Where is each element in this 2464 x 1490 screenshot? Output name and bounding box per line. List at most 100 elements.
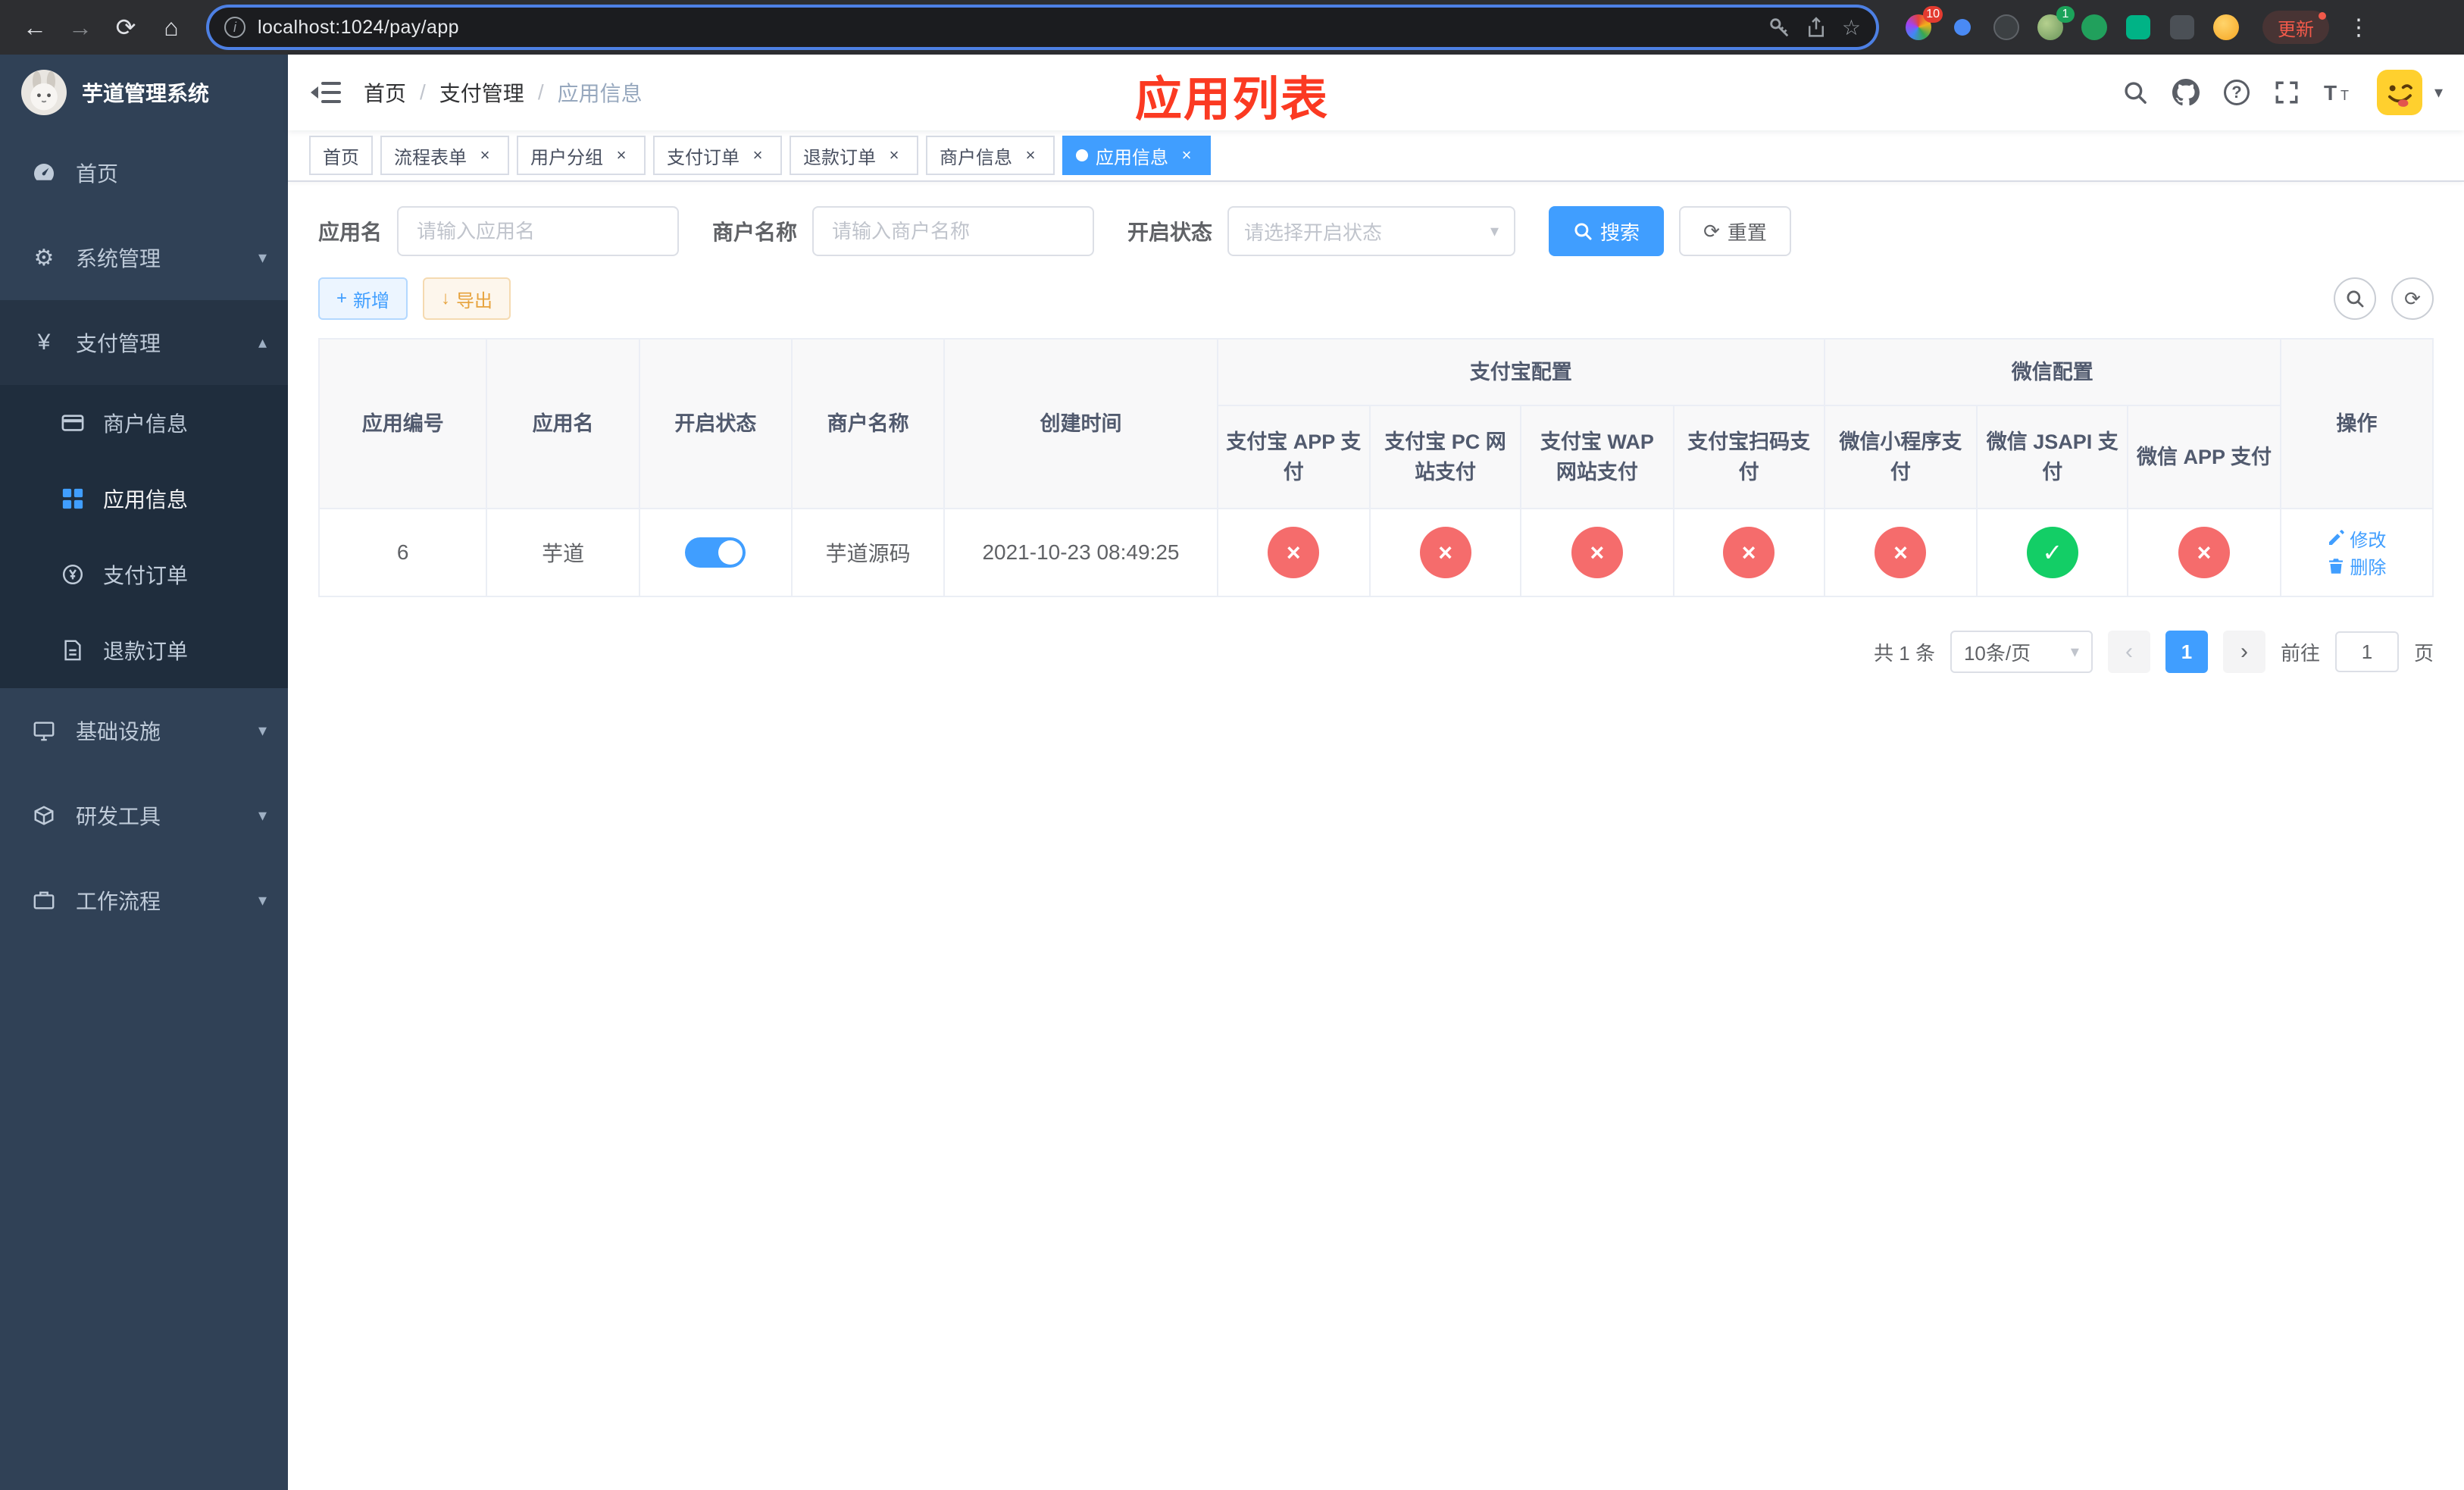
help-icon[interactable]: ? xyxy=(2223,80,2250,105)
trash-icon xyxy=(2329,558,2344,574)
browser-reload-button[interactable]: ⟳ xyxy=(106,8,145,47)
site-info-icon[interactable]: i xyxy=(224,17,245,38)
tab-app-info[interactable]: 应用信息 × xyxy=(1062,136,1211,175)
tab-close-icon[interactable]: × xyxy=(1020,145,1041,166)
refresh-table-button[interactable]: ⟳ xyxy=(2391,277,2434,320)
pencil-icon xyxy=(2329,530,2344,545)
tab-label: 商户信息 xyxy=(940,147,1012,168)
svg-text:T: T xyxy=(2340,88,2349,103)
page-1-button[interactable]: 1 xyxy=(2165,631,2208,673)
tab-process-form[interactable]: 流程表单 × xyxy=(380,136,509,175)
cell-status xyxy=(638,508,793,597)
sidebar-item-merchant-info[interactable]: 商户信息 xyxy=(0,385,288,461)
sidebar-item-system[interactable]: ⚙ 系统管理 ▾ xyxy=(0,215,288,300)
tab-close-icon[interactable]: × xyxy=(1176,145,1197,166)
browser-back-button[interactable]: ← xyxy=(15,8,55,47)
extension-avatar-icon[interactable]: 1 xyxy=(2035,6,2075,42)
goto-page-input[interactable] xyxy=(2334,631,2399,672)
sidebar-item-infra[interactable]: 基础设施 ▾ xyxy=(0,688,288,773)
search-button[interactable]: 搜索 xyxy=(1549,206,1665,256)
fullscreen-icon[interactable] xyxy=(2274,80,2300,105)
col-header-created: 创建时间 xyxy=(943,338,1218,509)
sidebar-item-app-info[interactable]: 应用信息 xyxy=(0,461,288,537)
reset-button[interactable]: ⟳ 重置 xyxy=(1679,206,1791,256)
filter-form: 应用名 商户名称 开启状态 请选择开启状态 ▾ 搜索 ⟳ 重置 xyxy=(318,206,2434,256)
profile-avatar-icon[interactable] xyxy=(2211,12,2241,42)
password-key-icon[interactable] xyxy=(1768,16,1790,39)
page-unit-label: 页 xyxy=(2413,641,2434,665)
caret-down-icon[interactable]: ▾ xyxy=(2434,83,2443,102)
share-icon[interactable] xyxy=(1806,16,1827,39)
bookmark-star-icon[interactable]: ☆ xyxy=(1842,15,1861,40)
chevron-down-icon: ▾ xyxy=(258,806,267,825)
button-label: 搜索 xyxy=(1600,221,1640,244)
add-button[interactable]: + 新增 xyxy=(318,277,408,320)
extension-green-square-icon[interactable] xyxy=(2123,12,2153,42)
app-name-input[interactable] xyxy=(397,206,680,256)
tab-user-group[interactable]: 用户分组 × xyxy=(517,136,646,175)
breadcrumb-home[interactable]: 首页 xyxy=(364,77,406,108)
col-header-merchant: 商户名称 xyxy=(791,338,946,509)
avatar[interactable] xyxy=(2376,70,2422,115)
export-button[interactable]: ↓ 导出 xyxy=(423,277,511,320)
app-header: 首页 / 支付管理 / 应用信息 ? TT ▾ xyxy=(288,55,2464,130)
address-bar[interactable]: i localhost:1024/pay/app ☆ xyxy=(209,8,1876,47)
document-icon xyxy=(61,639,85,662)
status-select[interactable]: 请选择开启状态 ▾ xyxy=(1227,206,1516,256)
sidebar-item-refund-order[interactable]: 退款订单 xyxy=(0,612,288,688)
extension-dark-square-icon[interactable] xyxy=(2167,12,2197,42)
github-icon[interactable] xyxy=(2172,79,2200,106)
goto-label: 前往 xyxy=(2280,641,2320,665)
tab-merchant-info[interactable]: 商户信息 × xyxy=(926,136,1055,175)
browser-menu-icon[interactable]: ⋮ xyxy=(2341,14,2376,41)
extension-green-circle-icon[interactable] xyxy=(2079,12,2109,42)
browser-update-button[interactable]: 更新 xyxy=(2262,11,2329,44)
col-header-wx-jsapi: 微信 JSAPI 支付 xyxy=(1976,405,2129,509)
cell-wx-jsapi: ✓ xyxy=(1976,508,2129,597)
search-icon[interactable] xyxy=(2122,80,2148,105)
toggle-knob xyxy=(718,540,743,565)
hamburger-icon[interactable] xyxy=(288,80,364,105)
extension-grid-icon[interactable]: 10 xyxy=(1903,6,1943,42)
sidebar-item-workflow[interactable]: 工作流程 ▾ xyxy=(0,858,288,943)
gear-icon: ⚙ xyxy=(33,245,55,271)
breadcrumb: 首页 / 支付管理 / 应用信息 xyxy=(364,77,643,108)
edit-button[interactable]: 修改 xyxy=(2327,525,2386,552)
sidebar-item-payment[interactable]: ¥ 支付管理 ▴ xyxy=(0,300,288,385)
briefcase-icon xyxy=(30,889,58,912)
tab-pay-order[interactable]: 支付订单 × xyxy=(653,136,782,175)
sidebar-logo[interactable]: 芋道管理系统 xyxy=(0,55,288,130)
browser-home-button[interactable]: ⌂ xyxy=(152,8,191,47)
sidebar-item-pay-order[interactable]: 支付订单 xyxy=(0,537,288,612)
status-toggle[interactable] xyxy=(685,537,746,568)
tab-close-icon[interactable]: × xyxy=(883,145,905,166)
browser-chrome: ← → ⟳ ⌂ i localhost:1024/pay/app ☆ 10 1 xyxy=(0,0,2464,55)
next-page-button[interactable]: › xyxy=(2222,631,2265,673)
browser-forward-button[interactable]: → xyxy=(61,8,100,47)
toggle-search-button[interactable] xyxy=(2334,277,2376,320)
sidebar-item-label: 系统管理 xyxy=(76,247,161,271)
svg-text:T: T xyxy=(2324,81,2337,105)
sidebar-item-home[interactable]: 首页 xyxy=(0,130,288,215)
tab-refund-order[interactable]: 退款订单 × xyxy=(790,136,918,175)
extension-blue-dot-icon[interactable] xyxy=(1947,12,1978,42)
extension-dark-circle-icon[interactable] xyxy=(1991,12,2022,42)
page-size-select[interactable]: 10条/页 ▾ xyxy=(1950,631,2093,673)
delete-button[interactable]: 删除 xyxy=(2327,552,2386,579)
sidebar-item-devtools[interactable]: 研发工具 ▾ xyxy=(0,773,288,858)
tab-close-icon[interactable]: × xyxy=(611,145,632,166)
button-label: 修改 xyxy=(2350,530,2387,551)
font-size-icon[interactable]: TT xyxy=(2324,80,2353,105)
alipay-qr-status-icon: × xyxy=(1723,527,1775,578)
tab-close-icon[interactable]: × xyxy=(474,145,496,166)
sidebar-item-label: 首页 xyxy=(76,162,119,186)
chevron-up-icon: ▴ xyxy=(258,333,267,352)
merchant-name-input[interactable] xyxy=(812,206,1095,256)
breadcrumb-payment[interactable]: 支付管理 xyxy=(439,77,524,108)
tab-home[interactable]: 首页 xyxy=(309,136,373,175)
col-header-alipay-app: 支付宝 APP 支付 xyxy=(1216,405,1371,509)
tab-close-icon[interactable]: × xyxy=(747,145,768,166)
cell-alipay-app: × xyxy=(1216,508,1371,597)
prev-page-button[interactable]: ‹ xyxy=(2107,631,2150,673)
status-label: 开启状态 xyxy=(1127,221,1213,244)
